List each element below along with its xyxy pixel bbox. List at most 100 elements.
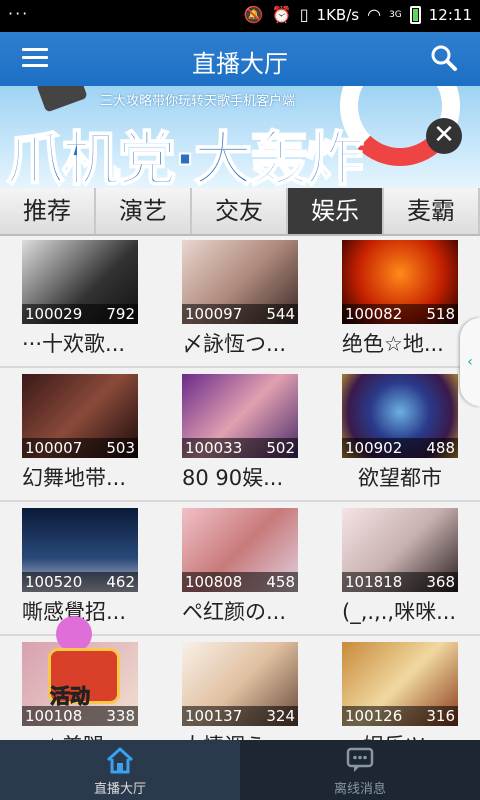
nav-offline-messages[interactable]: 离线消息	[240, 740, 480, 800]
banner-subtitle: 三大攻略带你玩转天歌手机客户端	[100, 94, 296, 109]
room-card[interactable]: 101818 368 (_,.,.,咪咪...	[342, 508, 458, 632]
battery-icon	[409, 6, 421, 24]
tab-entertainment[interactable]: 娱乐	[288, 188, 384, 234]
room-thumbnail: 100126 316	[342, 642, 458, 726]
room-thumbnail: 100097 544	[182, 240, 298, 324]
room-thumbnail: 100808 458	[182, 508, 298, 592]
nav-live-hall[interactable]: 直播大厅	[0, 740, 240, 800]
gift-icon	[56, 616, 92, 652]
close-banner-button[interactable]: ✕	[426, 118, 462, 154]
room-id: 100097	[185, 305, 243, 323]
signal-type: 3G	[389, 10, 402, 20]
room-thumbnail: 100902 488	[342, 374, 458, 458]
room-id: 100137	[185, 707, 243, 725]
room-thumbnail: 100520 462	[22, 508, 138, 592]
room-stats: 100007 503	[22, 438, 138, 458]
tab-friends[interactable]: 交友	[192, 188, 288, 234]
room-id: 100126	[345, 707, 403, 725]
phone-vibrate-icon: ▯	[299, 5, 309, 24]
room-stats: 100097 544	[182, 304, 298, 324]
room-viewers: 368	[426, 573, 455, 591]
room-id: 100082	[345, 305, 403, 323]
room-stats: 100126 316	[342, 706, 458, 726]
room-thumbnail: 100082 518	[342, 240, 458, 324]
room-stats: 100029 792	[22, 304, 138, 324]
room-id: 100520	[25, 573, 83, 591]
room-stats: 100082 518	[342, 304, 458, 324]
room-id: 100108	[25, 707, 83, 725]
room-viewers: 338	[106, 707, 135, 725]
room-id: 100808	[185, 573, 243, 591]
room-card[interactable]: 100033 502 80 90娱...	[182, 374, 298, 498]
room-name: ペ红颜の...	[182, 600, 287, 624]
room-id: 100029	[25, 305, 83, 323]
side-drawer-handle[interactable]: ‹	[460, 318, 480, 406]
category-tabs: 推荐 演艺 交友 娱乐 麦霸	[0, 188, 480, 236]
status-icons: 🔕 ⏰ ▯ 1KB/s ◠ 3G 12:11	[244, 6, 472, 24]
message-icon	[346, 747, 374, 772]
wifi-icon: ◠	[367, 5, 382, 24]
room-viewers: 316	[426, 707, 455, 725]
room-card[interactable]: 100808 458 ペ红颜の...	[182, 508, 298, 632]
room-viewers: 502	[266, 439, 295, 457]
room-card[interactable]: 100126316 〃娱乐ツ	[342, 642, 458, 740]
tab-karaoke[interactable]: 麦霸	[384, 188, 480, 234]
room-id: 100902	[345, 439, 403, 457]
bottom-nav: 直播大厅 离线消息	[0, 740, 480, 800]
room-name: ···十欢歌...	[22, 332, 126, 356]
mute-icon: 🔕	[243, 5, 264, 24]
room-stats: 100520 462	[22, 572, 138, 592]
room-name: (_,.,.,咪咪...	[342, 600, 457, 624]
room-name: 〆詠恆つ...	[182, 332, 287, 356]
network-speed: 1KB/s	[316, 6, 360, 24]
banner-headline: 爪机党·大轰炸	[5, 124, 365, 188]
nav-label: 直播大厅	[93, 782, 146, 797]
room-stats: 100902 488	[342, 438, 458, 458]
room-viewers: 544	[266, 305, 295, 323]
tab-performance[interactable]: 演艺	[96, 188, 192, 234]
room-id: 100033	[185, 439, 243, 457]
room-viewers: 488	[426, 439, 455, 457]
nav-label: 离线消息	[333, 782, 386, 797]
room-stats: 100137 324	[182, 706, 298, 726]
notification-indicator: ···	[8, 4, 30, 23]
room-name: 〃娱乐ツ	[342, 730, 480, 740]
room-thumbnail: 100033 502	[182, 374, 298, 458]
room-name: 幻舞地带...	[22, 466, 127, 490]
room-viewers: 518	[426, 305, 455, 323]
room-card[interactable]: 100137324 大情调う	[182, 642, 298, 740]
room-name: 大情调う	[182, 730, 322, 740]
room-card[interactable]: 100029 792 ···十欢歌...	[22, 240, 138, 364]
status-bar: ··· 🔕 ⏰ ▯ 1KB/s ◠ 3G 12:11	[0, 0, 480, 32]
room-stats: 100108 338	[22, 706, 138, 726]
activity-label: 活动	[50, 684, 91, 709]
room-card[interactable]: 100082 518 绝色☆地...	[342, 240, 458, 364]
room-card[interactable]: 100902 488 欲望都市	[342, 374, 458, 498]
room-id: 101818	[345, 573, 403, 591]
title-bar: 直播大厅	[0, 32, 480, 86]
room-card[interactable]: 100097 544 〆詠恆つ...	[182, 240, 298, 364]
room-stats: 101818 368	[342, 572, 458, 592]
room-thumbnail: 100029 792	[22, 240, 138, 324]
activity-button[interactable]: 活动	[34, 612, 128, 709]
page-title: 直播大厅	[192, 50, 288, 78]
search-icon[interactable]	[430, 44, 458, 72]
room-name: 丶☆美腿	[22, 730, 162, 740]
room-name: 欲望都市	[358, 466, 442, 490]
room-card[interactable]: 100007 503 幻舞地带...	[22, 374, 138, 498]
room-viewers: 792	[106, 305, 135, 323]
room-viewers: 503	[106, 439, 135, 457]
phone-illustration	[36, 86, 88, 113]
tab-recommend[interactable]: 推荐	[0, 188, 96, 234]
promo-banner[interactable]: 三大攻略带你玩转天歌手机客户端 爪机党·大轰炸 ✕	[0, 86, 480, 188]
room-viewers: 458	[266, 573, 295, 591]
alarm-icon: ⏰	[271, 5, 292, 24]
room-viewers: 462	[106, 573, 135, 591]
room-stats: 100033 502	[182, 438, 298, 458]
room-viewers: 324	[266, 707, 295, 725]
room-thumbnail: 101818 368	[342, 508, 458, 592]
room-id: 100007	[25, 439, 83, 457]
home-icon	[106, 747, 134, 774]
room-name: 80 90娱...	[182, 466, 284, 490]
room-row: 100029 792 ···十欢歌... 100097 544 〆詠恆つ... 10…	[0, 236, 480, 368]
